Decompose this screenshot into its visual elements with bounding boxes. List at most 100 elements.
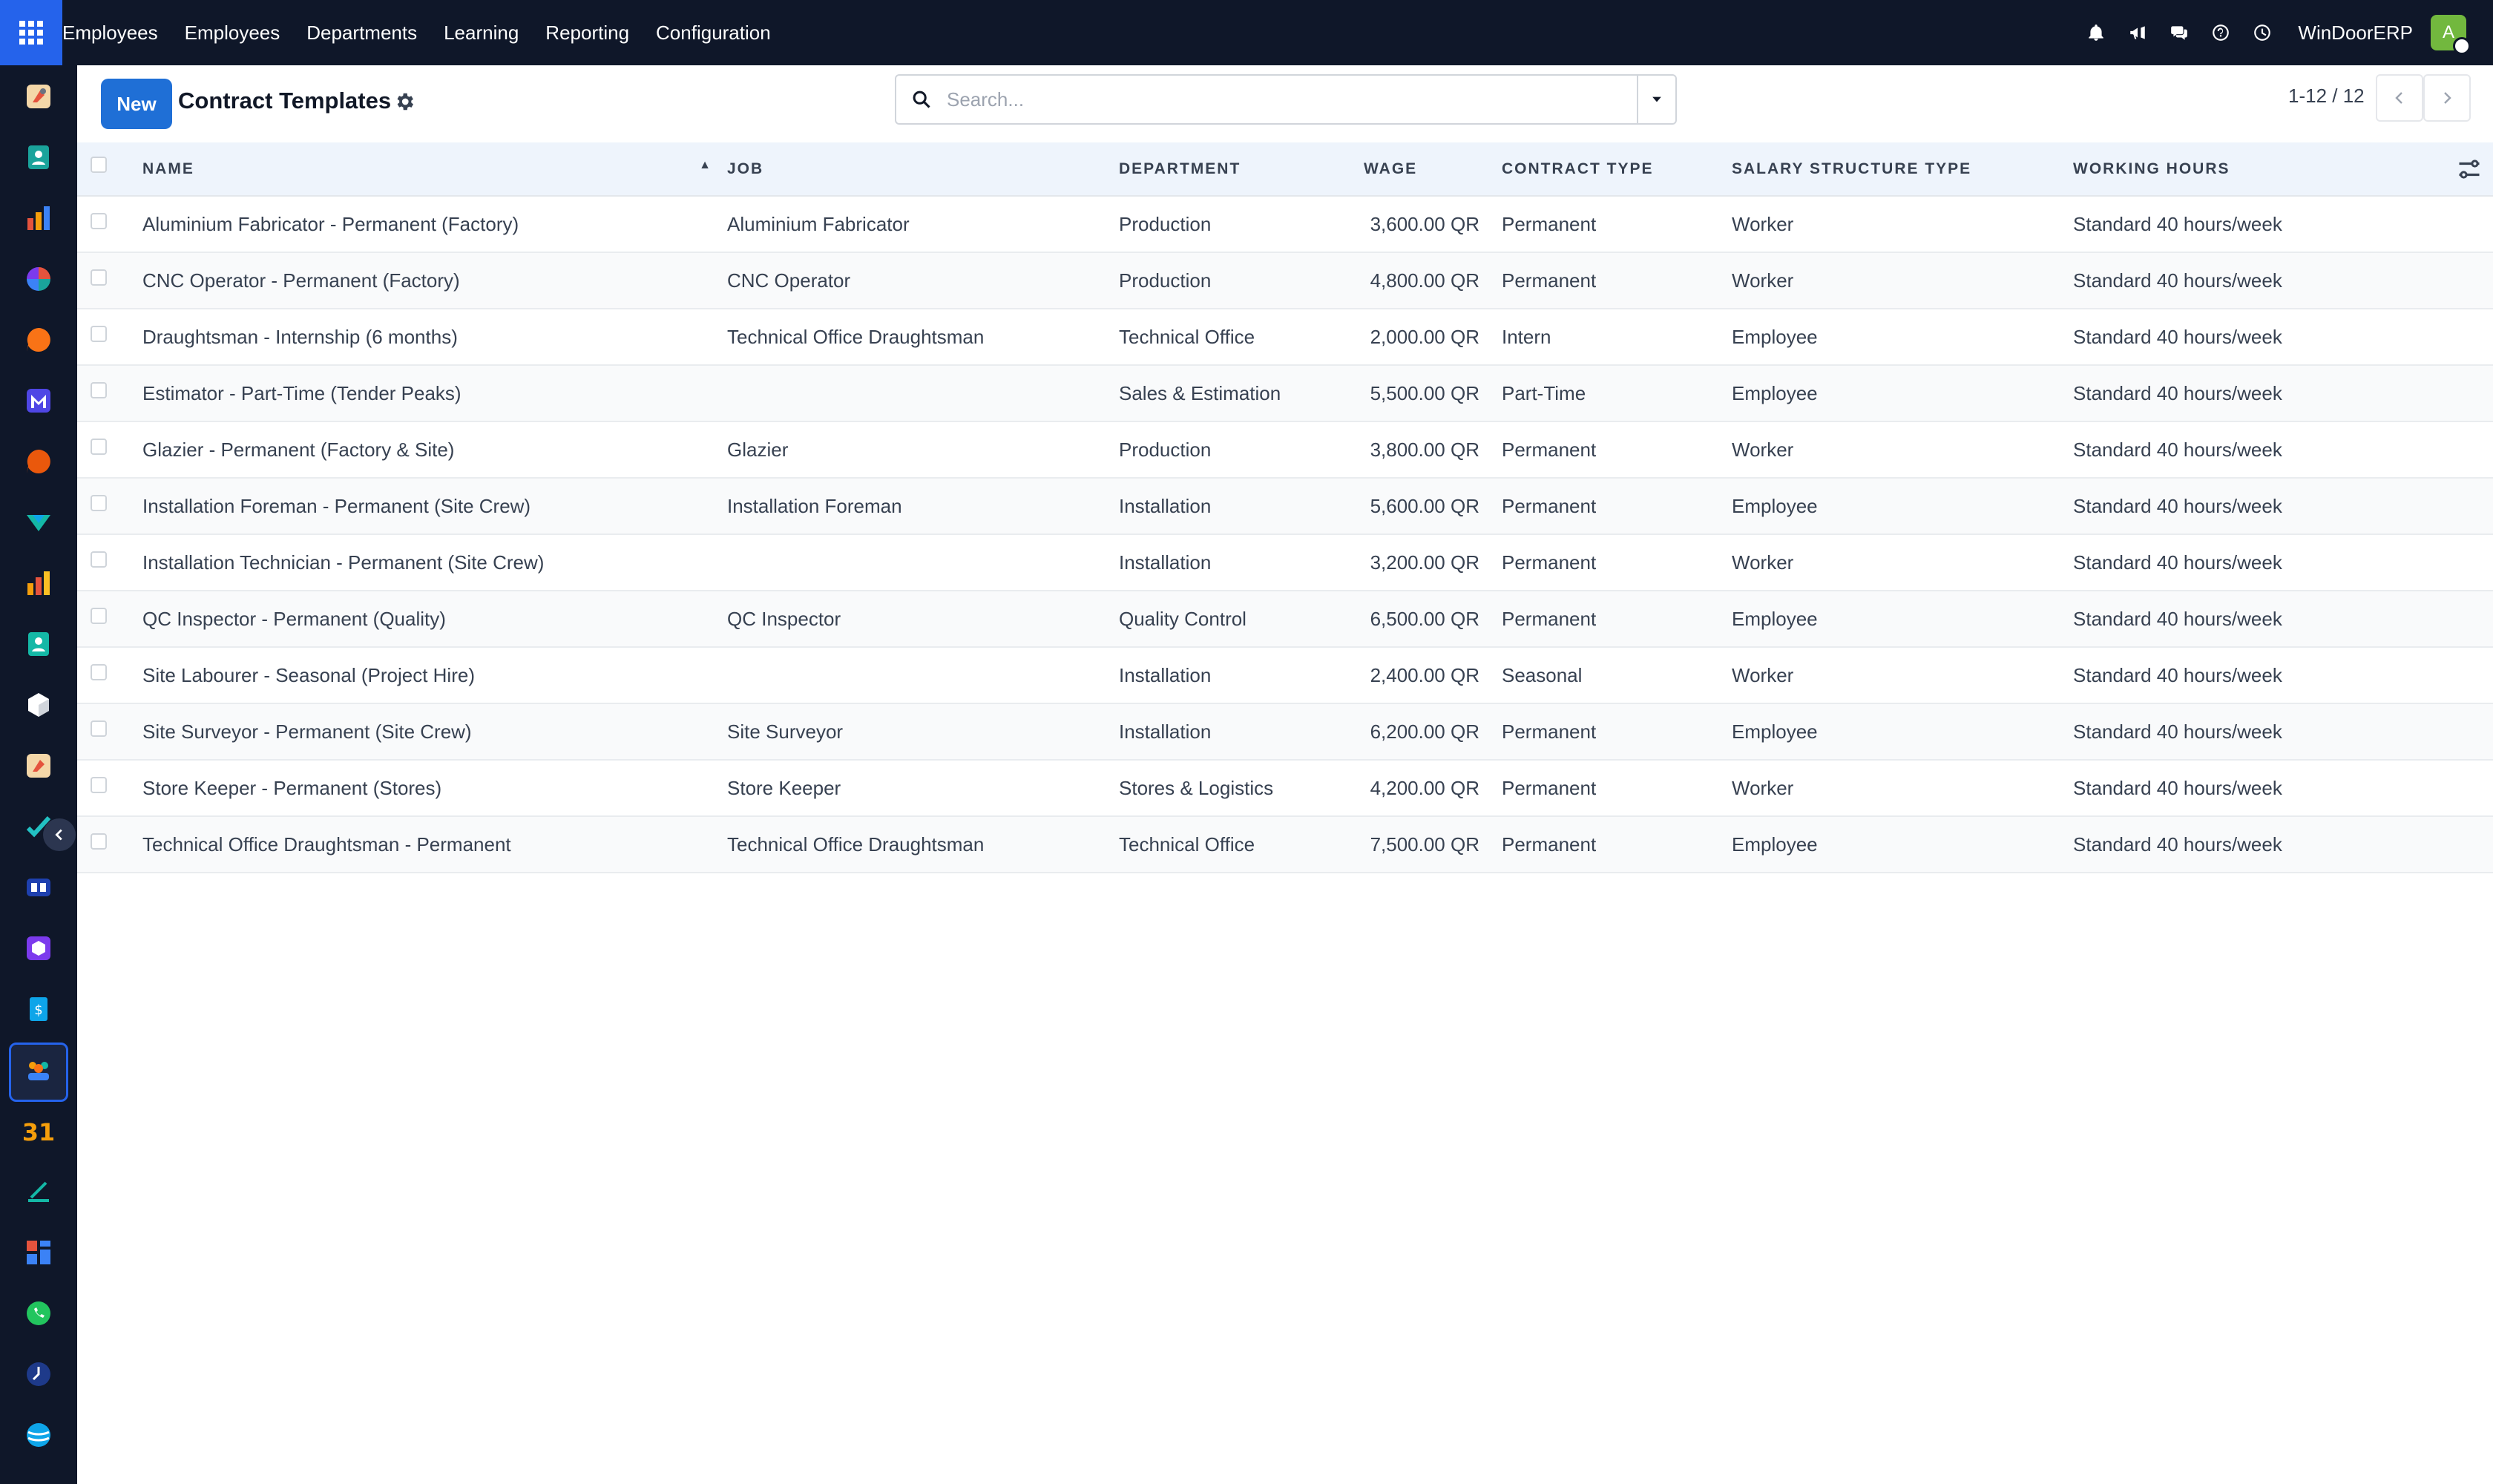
whatsapp-app-icon[interactable] (24, 1298, 53, 1328)
products-app-icon[interactable] (24, 933, 53, 963)
chat-icon[interactable] (2161, 15, 2197, 50)
cell-name[interactable]: Store Keeper - Permanent (Stores) (142, 760, 727, 817)
cell-salary-structure-type[interactable]: Employee (1732, 703, 2073, 761)
nav-configuration[interactable]: Configuration (643, 22, 784, 45)
cell-salary-structure-type[interactable]: Worker (1732, 252, 2073, 309)
cell-contract-type[interactable]: Intern (1502, 309, 1732, 366)
helpdesk-app-icon[interactable] (24, 873, 53, 902)
cell-contract-type[interactable]: Seasonal (1502, 647, 1732, 704)
documents-app-icon[interactable] (24, 508, 53, 537)
cell-working-hours[interactable]: Standard 40 hours/week (2073, 591, 2493, 648)
cell-department[interactable]: Installation (1119, 647, 1364, 704)
cell-salary-structure-type[interactable]: Worker (1732, 534, 2073, 591)
table-row[interactable]: Glazier - Permanent (Factory & Site) Glaz… (77, 421, 2493, 479)
cell-contract-type[interactable]: Permanent (1502, 591, 1732, 648)
cell-salary-structure-type[interactable]: Employee (1732, 309, 2073, 366)
cell-job[interactable]: Glazier (727, 421, 1119, 479)
search-icon[interactable] (896, 76, 947, 123)
nav-learning[interactable]: Learning (430, 22, 532, 45)
company-switcher[interactable]: WinDoorERP (2298, 22, 2413, 45)
cell-department[interactable]: Production (1119, 252, 1364, 309)
cell-wage[interactable]: 4,200.00 QR (1364, 760, 1502, 817)
column-header-name[interactable]: NAME ▲ (142, 142, 727, 197)
pager-value[interactable]: 1-12 / 12 (2288, 85, 2365, 108)
cell-salary-structure-type[interactable]: Employee (1732, 816, 2073, 873)
row-checkbox[interactable] (91, 551, 107, 568)
megaphone-icon[interactable] (2120, 15, 2155, 50)
cell-department[interactable]: Installation (1119, 534, 1364, 591)
table-row[interactable]: QC Inspector - Permanent (Quality) QC Ins… (77, 591, 2493, 648)
cell-name[interactable]: Site Labourer - Seasonal (Project Hire) (142, 647, 727, 704)
row-checkbox[interactable] (91, 212, 107, 229)
cell-department[interactable]: Quality Control (1119, 591, 1364, 648)
column-header-salary-structure-type[interactable]: SALARY STRUCTURE TYPE (1732, 142, 2073, 197)
cell-working-hours[interactable]: Standard 40 hours/week (2073, 816, 2493, 873)
nav-employees[interactable]: Employees (171, 22, 294, 45)
cell-job[interactable] (727, 365, 1119, 422)
cell-department[interactable]: Sales & Estimation (1119, 365, 1364, 422)
cell-wage[interactable]: 6,500.00 QR (1364, 591, 1502, 648)
cell-name[interactable]: Aluminium Fabricator - Permanent (Factor… (142, 196, 727, 253)
cell-contract-type[interactable]: Permanent (1502, 816, 1732, 873)
sign-app-icon[interactable] (24, 1177, 53, 1206)
mail-app-icon[interactable] (24, 386, 53, 416)
table-row[interactable]: Installation Technician - Permanent (Sit… (77, 534, 2493, 591)
cell-name[interactable]: Draughtsman - Internship (6 months) (142, 309, 727, 366)
cell-name[interactable]: Site Surveyor - Permanent (Site Crew) (142, 703, 727, 761)
table-row[interactable]: Installation Foreman - Permanent (Site C… (77, 478, 2493, 535)
cell-wage[interactable]: 5,600.00 QR (1364, 478, 1502, 535)
cell-wage[interactable]: 2,000.00 QR (1364, 309, 1502, 366)
search-options-toggle[interactable] (1637, 76, 1675, 123)
cell-wage[interactable]: 3,600.00 QR (1364, 196, 1502, 253)
cell-salary-structure-type[interactable]: Employee (1732, 478, 2073, 535)
cell-name[interactable]: Technical Office Draughtsman - Permanent (142, 816, 727, 873)
studio-app-icon[interactable] (24, 82, 53, 111)
livechat-app-icon[interactable] (24, 447, 53, 476)
table-row[interactable]: Technical Office Draughtsman - Permanent… (77, 816, 2493, 873)
cell-department[interactable]: Technical Office (1119, 309, 1364, 366)
cell-job[interactable]: Aluminium Fabricator (727, 196, 1119, 253)
cell-salary-structure-type[interactable]: Worker (1732, 760, 2073, 817)
cell-contract-type[interactable]: Permanent (1502, 421, 1732, 479)
app-menu-button[interactable] (0, 0, 62, 65)
cell-job[interactable]: Installation Foreman (727, 478, 1119, 535)
cell-contract-type[interactable]: Permanent (1502, 196, 1732, 253)
column-header-job[interactable]: JOB (727, 142, 1119, 197)
table-row[interactable]: Draughtsman - Internship (6 months) Techn… (77, 309, 2493, 366)
cell-name[interactable]: Installation Foreman - Permanent (Site C… (142, 478, 727, 535)
cell-job[interactable] (727, 534, 1119, 591)
cell-department[interactable]: Production (1119, 421, 1364, 479)
table-row[interactable]: Site Labourer - Seasonal (Project Hire) I… (77, 647, 2493, 704)
cell-working-hours[interactable]: Standard 40 hours/week (2073, 309, 2493, 366)
website-app-icon[interactable] (24, 1420, 53, 1450)
cell-working-hours[interactable]: Standard 40 hours/week (2073, 252, 2493, 309)
discuss-app-icon[interactable] (24, 325, 53, 355)
cell-wage[interactable]: 4,800.00 QR (1364, 252, 1502, 309)
search-input[interactable] (947, 77, 1637, 122)
cell-wage[interactable]: 3,800.00 QR (1364, 421, 1502, 479)
cell-job[interactable]: Technical Office Draughtsman (727, 309, 1119, 366)
new-button[interactable]: New (101, 79, 172, 129)
cell-department[interactable]: Technical Office (1119, 816, 1364, 873)
contacts-app-icon[interactable] (24, 142, 53, 172)
cell-name[interactable]: Estimator - Part-Time (Tender Peaks) (142, 365, 727, 422)
cell-department[interactable]: Stores & Logistics (1119, 760, 1364, 817)
cell-job[interactable]: CNC Operator (727, 252, 1119, 309)
row-checkbox[interactable] (91, 325, 107, 342)
cell-working-hours[interactable]: Standard 40 hours/week (2073, 196, 2493, 253)
row-checkbox[interactable] (91, 833, 107, 850)
cell-contract-type[interactable]: Part-Time (1502, 365, 1732, 422)
row-checkbox[interactable] (91, 776, 107, 793)
reporting-app-icon[interactable] (24, 203, 53, 233)
cell-job[interactable]: Site Surveyor (727, 703, 1119, 761)
nav-app-employees[interactable]: Employees (62, 22, 171, 45)
pager-next-button[interactable] (2423, 74, 2471, 122)
pager-previous-button[interactable] (2376, 74, 2423, 122)
cell-job[interactable]: Technical Office Draughtsman (727, 816, 1119, 873)
cell-salary-structure-type[interactable]: Worker (1732, 421, 2073, 479)
nav-reporting[interactable]: Reporting (532, 22, 643, 45)
contacts-app-icon[interactable] (24, 629, 53, 659)
cell-department[interactable]: Installation (1119, 703, 1364, 761)
row-checkbox[interactable] (91, 663, 107, 680)
invoicing-app-icon[interactable]: $ (24, 994, 53, 1024)
